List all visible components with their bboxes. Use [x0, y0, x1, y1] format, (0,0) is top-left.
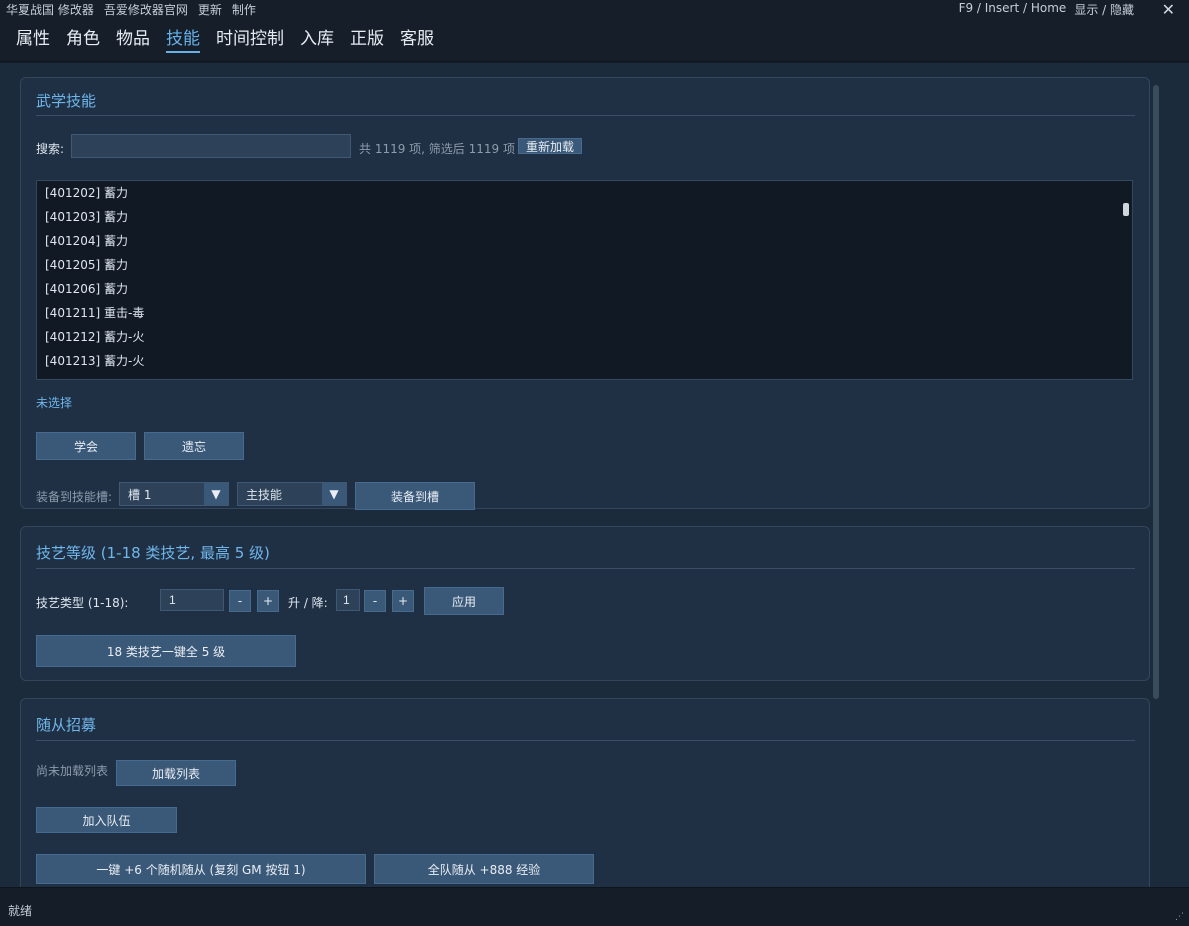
hotkey-hint: F9 / Insert / Home 显示 / 隐藏	[959, 1, 1134, 18]
tab-genuine[interactable]: 正版	[350, 24, 384, 53]
toggle-visibility-text[interactable]: 显示 / 隐藏	[1074, 1, 1134, 18]
equip-label: 装备到技能槽:	[36, 490, 113, 504]
search-label: 搜索:	[36, 142, 65, 156]
menu-app-title[interactable]: 华夏战国 修改器	[6, 1, 94, 18]
divider	[36, 568, 1135, 569]
list-item[interactable]: [401202] 蓄力	[37, 181, 1132, 205]
equip-button[interactable]: 装备到槽	[355, 482, 475, 510]
craft-type-increment-button[interactable]: +	[257, 590, 279, 612]
content-area: 武学技能 搜索: 共 1119 项, 筛选后 1119 项 重新加载 [4012…	[0, 63, 1189, 887]
selection-status: 未选择	[36, 396, 73, 410]
delta-decrement-button[interactable]: -	[364, 590, 386, 612]
followers-panel: 随从招募 尚未加载列表 加载列表 加入队伍 一键 +6 个随机随从 (复刻 GM…	[20, 698, 1150, 887]
reload-button[interactable]: 重新加载	[518, 138, 582, 154]
divider	[36, 740, 1135, 741]
followers-panel-title: 随从招募	[36, 716, 97, 734]
delta-label: 升 / 降:	[288, 596, 328, 610]
list-item[interactable]: [401212] 蓄力-火	[37, 325, 1132, 349]
skills-panel-title: 武学技能	[36, 92, 97, 110]
random-followers-button[interactable]: 一键 +6 个随机随从 (复刻 GM 按钮 1)	[36, 854, 366, 884]
tab-time-control[interactable]: 时间控制	[216, 24, 284, 53]
menu-official-site[interactable]: 吾爱修改器官网	[104, 1, 188, 18]
list-item[interactable]: [401203] 蓄力	[37, 205, 1132, 229]
followers-status: 尚未加载列表	[36, 764, 109, 778]
craft-type-input[interactable]	[160, 589, 224, 611]
chevron-down-icon: ▼	[322, 483, 346, 505]
skill-list[interactable]: [401202] 蓄力 [401203] 蓄力 [401204] 蓄力 [401…	[36, 180, 1133, 380]
tab-skills[interactable]: 技能	[166, 24, 200, 53]
divider	[36, 115, 1135, 116]
craft-type-decrement-button[interactable]: -	[229, 590, 251, 612]
list-item[interactable]: [401205] 蓄力	[37, 253, 1132, 277]
forget-button[interactable]: 遗忘	[144, 432, 244, 460]
max-all-crafts-button[interactable]: 18 类技艺一键全 5 级	[36, 635, 296, 667]
load-list-button[interactable]: 加载列表	[116, 760, 236, 786]
skills-panel: 武学技能 搜索: 共 1119 项, 筛选后 1119 项 重新加载 [4012…	[20, 77, 1150, 510]
list-item[interactable]: [401204] 蓄力	[37, 229, 1132, 253]
close-icon[interactable]: ✕	[1162, 0, 1175, 19]
tab-attributes[interactable]: 属性	[16, 24, 50, 53]
slot-select-value: 槽 1	[128, 487, 152, 502]
search-input[interactable]	[71, 134, 351, 158]
content-scroll-thumb[interactable]	[1153, 85, 1159, 699]
apply-button[interactable]: 应用	[424, 587, 504, 615]
status-bar: 就绪 ⋰	[0, 887, 1189, 926]
craft-type-label: 技艺类型 (1-18):	[36, 596, 129, 610]
learn-button[interactable]: 学会	[36, 432, 136, 460]
list-scrollbar[interactable]	[1123, 203, 1129, 216]
main-tabs: 属性 角色 物品 技能 时间控制 入库 正版 客服	[16, 24, 434, 53]
resize-grip-icon[interactable]: ⋰	[1175, 912, 1185, 922]
tab-support[interactable]: 客服	[400, 24, 434, 53]
list-item[interactable]: [401213] 蓄力-火	[37, 349, 1132, 373]
skill-type-select[interactable]: 主技能 ▼	[237, 482, 347, 506]
skill-type-value: 主技能	[246, 487, 283, 502]
menu-update[interactable]: 更新	[198, 1, 222, 18]
tab-storage[interactable]: 入库	[300, 24, 334, 53]
top-menu: 华夏战国 修改器 吾爱修改器官网 更新 制作	[6, 1, 256, 18]
craft-panel: 技艺等级 (1-18 类技艺, 最高 5 级) 技艺类型 (1-18): - +…	[20, 526, 1150, 681]
delta-increment-button[interactable]: +	[392, 590, 414, 612]
list-item[interactable]: [401206] 蓄力	[37, 277, 1132, 301]
join-team-button[interactable]: 加入队伍	[36, 807, 177, 833]
tab-characters[interactable]: 角色	[66, 24, 100, 53]
chevron-down-icon: ▼	[204, 483, 228, 505]
delta-input[interactable]	[336, 589, 360, 611]
tab-items[interactable]: 物品	[116, 24, 150, 53]
title-bar: 华夏战国 修改器 吾爱修改器官网 更新 制作 F9 / Insert / Hom…	[0, 0, 1189, 62]
status-text: 就绪	[8, 904, 33, 918]
hotkeys-text: F9 / Insert / Home	[958, 1, 1067, 15]
team-exp-button[interactable]: 全队随从 +888 经验	[374, 854, 594, 884]
list-item[interactable]: [401211] 重击-毒	[37, 301, 1132, 325]
slot-select[interactable]: 槽 1 ▼	[119, 482, 229, 506]
count-text: 共 1119 项, 筛选后 1119 项	[359, 142, 515, 156]
menu-credits[interactable]: 制作	[232, 1, 256, 18]
craft-panel-title: 技艺等级 (1-18 类技艺, 最高 5 级)	[36, 544, 270, 562]
